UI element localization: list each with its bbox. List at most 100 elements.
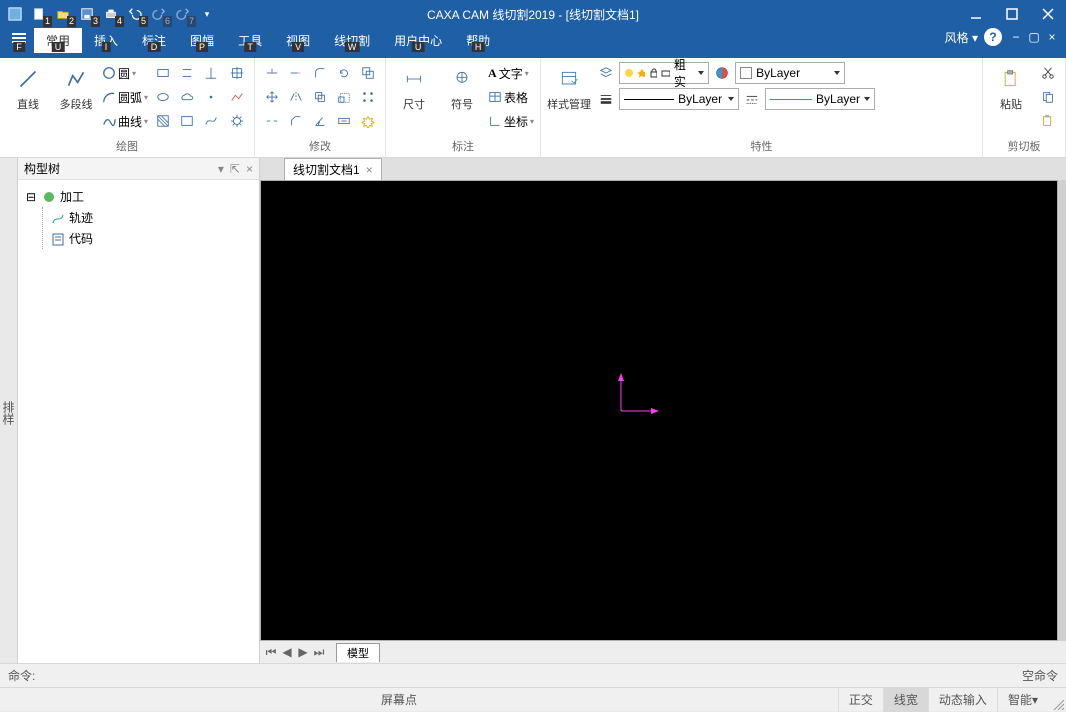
visual-style-dropdown[interactable]: 风格 ▾ [945, 29, 978, 46]
extend-icon[interactable] [285, 62, 307, 84]
break-icon[interactable] [261, 110, 283, 132]
panel-pin-icon[interactable]: ⇱ [230, 162, 240, 176]
angle-icon[interactable] [309, 110, 331, 132]
mirror-icon[interactable] [285, 86, 307, 108]
nav-next-icon[interactable]: ▶ [296, 645, 310, 659]
stretch-icon[interactable] [333, 110, 355, 132]
app-icon[interactable] [4, 3, 26, 25]
status-lineweight-button[interactable]: 线宽 [883, 688, 928, 712]
help-icon[interactable]: ? [984, 28, 1002, 46]
circle-button[interactable]: 圆▾ [102, 62, 148, 84]
center-rect-icon[interactable] [226, 62, 248, 84]
symbol-button[interactable]: 符号 [440, 62, 484, 112]
ribbon-group-clipboard: 粘贴 剪切板 [983, 58, 1066, 157]
maximize-button[interactable] [994, 0, 1030, 28]
text-button[interactable]: A文字▾ [488, 62, 534, 84]
table-button[interactable]: 表格 [488, 86, 534, 108]
qat-undo[interactable]: 5 [124, 3, 146, 25]
file-menu-button[interactable]: F [4, 28, 34, 51]
tab-common[interactable]: 常用U [34, 28, 82, 53]
panel-close-icon[interactable]: × [246, 162, 253, 176]
lineweight-field[interactable]: ByLayer [619, 88, 739, 110]
tree-root[interactable]: ⊟ 加工 [24, 186, 253, 207]
status-dyninput-button[interactable]: 动态输入 [928, 688, 997, 712]
lineweight-icon[interactable] [595, 88, 617, 110]
copy-icon[interactable] [309, 86, 331, 108]
line-button[interactable]: 直线 [6, 62, 50, 112]
tab-view[interactable]: 视图V [274, 28, 322, 53]
spline-icon[interactable] [200, 110, 222, 132]
qat-save[interactable]: 3 [76, 3, 98, 25]
chamfer-icon[interactable] [285, 110, 307, 132]
close-button[interactable] [1030, 0, 1066, 28]
command-bar[interactable]: 命令: 空命令 [0, 663, 1066, 687]
perp-icon[interactable] [200, 62, 222, 84]
nav-last-icon[interactable]: ⏭ [312, 645, 326, 659]
tab-user-center[interactable]: 用户中心U [382, 28, 454, 53]
fillet-icon[interactable] [309, 62, 331, 84]
mdi-minimize[interactable]: − [1008, 29, 1024, 45]
layer-icon[interactable] [595, 62, 617, 84]
linetype-icon[interactable] [741, 88, 763, 110]
tree-node-path[interactable]: 轨迹 [51, 207, 253, 228]
qat-open[interactable]: 2 [52, 3, 74, 25]
point-icon[interactable] [200, 86, 222, 108]
qat-print[interactable]: 4 [100, 3, 122, 25]
text-box-icon[interactable] [176, 110, 198, 132]
coord-button[interactable]: 坐标▾ [488, 110, 534, 132]
mdi-restore[interactable]: ▢ [1026, 29, 1042, 45]
cloud-icon[interactable] [176, 86, 198, 108]
doc-tab-1[interactable]: 线切割文档1 × [284, 158, 382, 180]
nav-first-icon[interactable]: ⏮ [264, 645, 278, 659]
qat-redo2[interactable]: 7 [172, 3, 194, 25]
paste-special-icon[interactable] [1037, 110, 1059, 132]
status-ortho-button[interactable]: 正交 [838, 688, 883, 712]
arc-button[interactable]: 圆弧▾ [102, 86, 148, 108]
rect-icon[interactable] [152, 62, 174, 84]
qat-new[interactable]: 1 [28, 3, 50, 25]
curve-button[interactable]: 曲线▾ [102, 110, 148, 132]
tab-wire-edm[interactable]: 线切割W [322, 28, 382, 53]
minimize-button[interactable] [958, 0, 994, 28]
array-icon[interactable] [357, 86, 379, 108]
resize-grip[interactable] [1048, 688, 1066, 712]
panel-dropdown-icon[interactable]: ▾ [218, 162, 224, 176]
color-picker-icon[interactable] [711, 62, 733, 84]
model-tab[interactable]: 模型 [336, 643, 380, 662]
qat-redo[interactable]: 6 [148, 3, 170, 25]
copy-clip-icon[interactable] [1037, 86, 1059, 108]
qat-dropdown[interactable]: ▾ [196, 3, 218, 25]
layer-state-field[interactable]: 粗实 [619, 62, 709, 84]
doc-tab-close-icon[interactable]: × [366, 163, 373, 177]
tab-help[interactable]: 帮助H [454, 28, 502, 53]
trim-icon[interactable] [261, 62, 283, 84]
gear-icon[interactable] [226, 110, 248, 132]
linetype-field[interactable]: ByLayer [765, 88, 875, 110]
polyline-button[interactable]: 多段线 [54, 62, 98, 112]
style-manager-button[interactable]: 样式管理 [547, 62, 591, 112]
parallel-icon[interactable] [176, 62, 198, 84]
tab-frame[interactable]: 图幅P [178, 28, 226, 53]
dim-button[interactable]: 尺寸 [392, 62, 436, 112]
ellipse-icon[interactable] [152, 86, 174, 108]
tab-tools[interactable]: 工具T [226, 28, 274, 53]
scale-icon[interactable] [333, 86, 355, 108]
paste-button[interactable]: 粘贴 [989, 62, 1033, 112]
expand-icon[interactable]: ⊟ [24, 190, 38, 204]
nav-prev-icon[interactable]: ◀ [280, 645, 294, 659]
mdi-close[interactable]: × [1044, 29, 1060, 45]
tree-node-code[interactable]: 代码 [51, 228, 253, 249]
tab-insert[interactable]: 插入I [82, 28, 130, 53]
tab-annotate[interactable]: 标注D [130, 28, 178, 53]
hatch-icon[interactable] [152, 110, 174, 132]
left-dock-bar[interactable]: 排样 [0, 158, 18, 663]
offset-icon[interactable] [357, 62, 379, 84]
color-field[interactable]: ByLayer [735, 62, 845, 84]
move-icon[interactable] [261, 86, 283, 108]
rotate-icon[interactable] [333, 62, 355, 84]
cut-icon[interactable] [1037, 62, 1059, 84]
explode-icon[interactable] [357, 110, 379, 132]
status-smart-button[interactable]: 智能 ▾ [997, 688, 1048, 712]
trace-icon[interactable] [226, 86, 248, 108]
drawing-canvas[interactable] [260, 180, 1058, 641]
